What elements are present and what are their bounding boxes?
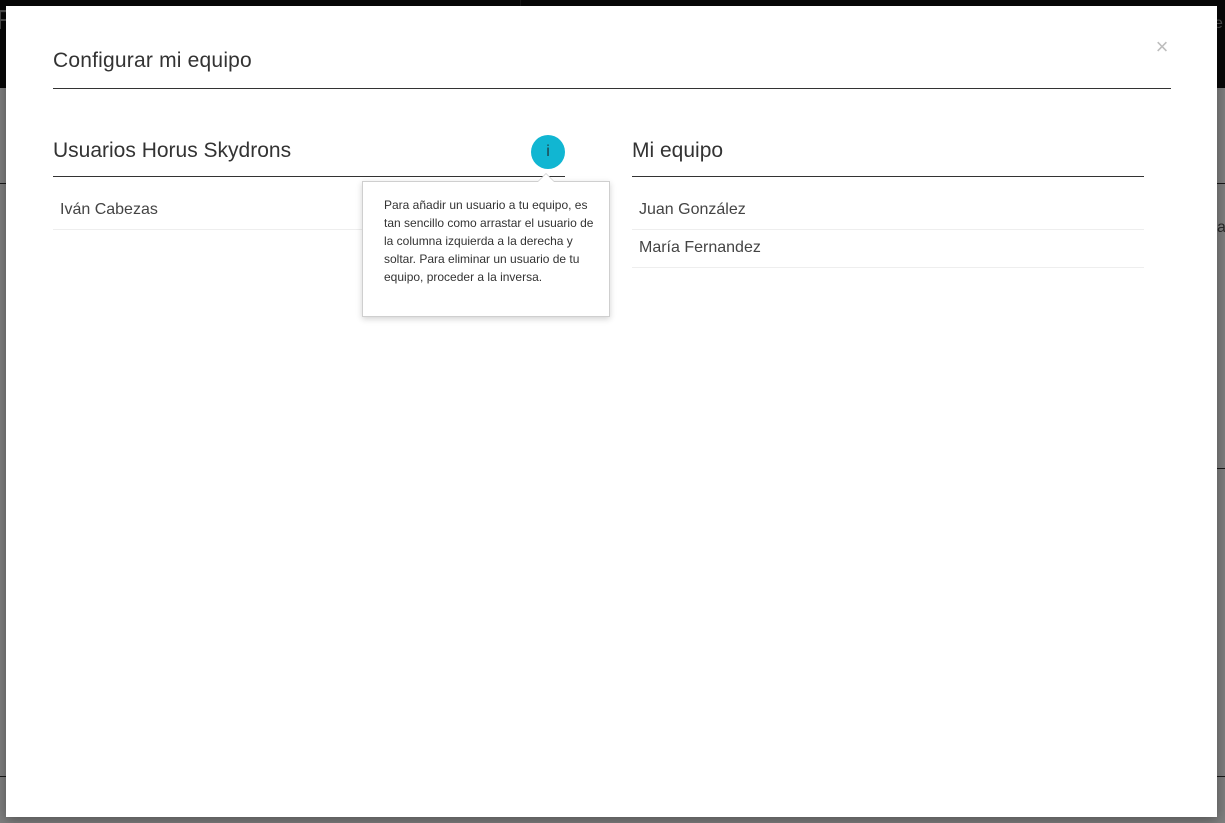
list-item[interactable]: María Fernandez xyxy=(632,230,1144,268)
info-icon[interactable]: i xyxy=(531,135,565,169)
popover-arrow xyxy=(538,174,554,182)
help-popover: Para añadir un usuario a tu equipo, es t… xyxy=(362,173,610,317)
modal-title: Configurar mi equipo xyxy=(53,49,252,72)
users-column-header: Usuarios Horus Skydrons i xyxy=(53,134,565,177)
configure-team-modal: Configurar mi equipo × Usuarios Horus Sk… xyxy=(6,6,1217,817)
popover-text: Para añadir un usuario a tu equipo, es t… xyxy=(384,198,594,284)
list-item[interactable]: Juan González xyxy=(632,192,1144,230)
team-users-list: Juan González María Fernandez xyxy=(632,192,1144,268)
my-team-column-title: Mi equipo xyxy=(632,139,724,162)
modal-header: Configurar mi equipo xyxy=(53,6,1171,89)
my-team-column: Mi equipo Juan González María Fernandez xyxy=(632,134,1144,268)
my-team-column-header: Mi equipo xyxy=(632,134,1144,177)
close-icon[interactable]: × xyxy=(1151,36,1173,58)
users-column-title: Usuarios Horus Skydrons xyxy=(53,139,292,162)
